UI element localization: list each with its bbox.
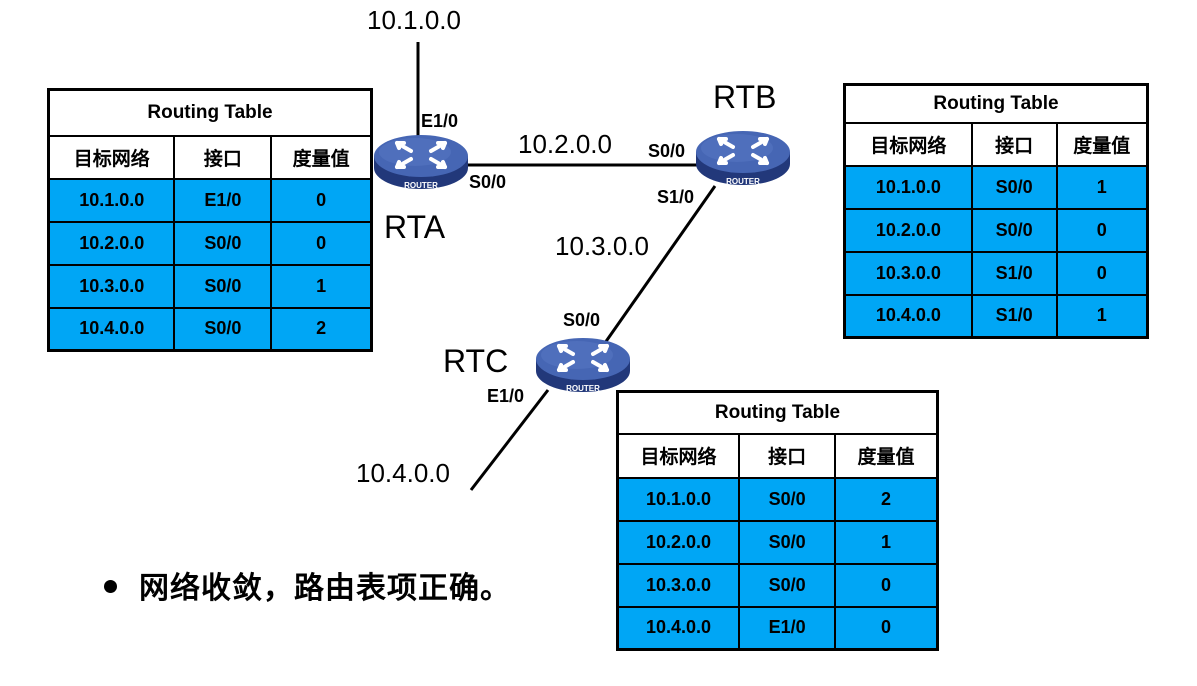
cell-interface: S0/0: [173, 263, 273, 309]
cell-metric: 0: [1055, 207, 1149, 253]
cell-destination: 10.3.0.0: [47, 263, 176, 309]
interface-label-rtb-s1-0: S1/0: [657, 187, 694, 207]
cell-metric: 1: [1055, 293, 1149, 339]
interface-label-rtb-s0-0: S0/0: [648, 141, 685, 161]
column-header-interface: 接口: [970, 121, 1058, 167]
column-header-metric: 度量值: [270, 134, 373, 180]
cell-interface: S0/0: [738, 476, 837, 522]
cell-destination: 10.4.0.0: [47, 306, 176, 352]
cell-interface: E1/0: [173, 177, 273, 223]
interface-label-rtc-s0-0: S0/0: [563, 310, 600, 330]
router-rta-icon-text: ROUTER: [404, 181, 438, 190]
interface-label-rta-s0-0: S0/0: [469, 172, 506, 192]
convergence-statement-text: 网络收敛，路由表项正确。: [139, 571, 511, 606]
network-label-10-3-0-0: 10.3.0.0: [555, 231, 649, 261]
router-name-rtb: RTB: [713, 79, 776, 115]
column-header-interface: 接口: [738, 432, 837, 479]
cell-interface: S0/0: [738, 562, 837, 608]
table-row: 10.1.0.0 S0/0 2: [616, 476, 939, 522]
table-row: 10.2.0.0 S0/0 0: [47, 220, 373, 266]
cell-metric: 1: [1055, 164, 1149, 210]
cell-interface: S0/0: [970, 207, 1058, 253]
cell-metric: 1: [834, 519, 939, 565]
cell-interface: S0/0: [173, 220, 273, 266]
cell-metric: 0: [834, 605, 939, 651]
router-name-rta: RTA: [384, 209, 446, 245]
network-label-10-2-0-0: 10.2.0.0: [518, 129, 612, 159]
routing-table-rtc: Routing Table 目标网络 接口 度量值 10.1.0.0 S0/0 …: [616, 390, 939, 651]
cell-metric: 0: [270, 220, 373, 266]
table-row: 10.1.0.0 E1/0 0: [47, 177, 373, 223]
cell-interface: S0/0: [738, 519, 837, 565]
table-row: 10.3.0.0 S1/0 0: [843, 250, 1149, 296]
cell-interface: E1/0: [738, 605, 837, 651]
column-header-destination: 目标网络: [616, 432, 741, 479]
cell-interface: S0/0: [173, 306, 273, 352]
routing-table-title: Routing Table: [843, 83, 1149, 124]
cell-destination: 10.2.0.0: [47, 220, 176, 266]
cell-destination: 10.3.0.0: [843, 250, 973, 296]
column-header-interface: 接口: [173, 134, 273, 180]
bullet-icon: [104, 580, 117, 593]
router-rtb-icon-text: ROUTER: [726, 177, 760, 186]
cell-destination: 10.4.0.0: [843, 293, 973, 339]
table-row: 10.4.0.0 E1/0 0: [616, 605, 939, 651]
cell-metric: 0: [1055, 250, 1149, 296]
column-header-destination: 目标网络: [47, 134, 176, 180]
router-name-rtc: RTC: [443, 343, 508, 379]
router-rtc-icon[interactable]: ROUTER: [534, 336, 632, 394]
cell-metric: 1: [270, 263, 373, 309]
table-row: 10.3.0.0 S0/0 0: [616, 562, 939, 608]
interface-label-rtc-e1-0: E1/0: [487, 386, 524, 406]
table-row: 10.4.0.0 S0/0 2: [47, 306, 373, 352]
cell-destination: 10.1.0.0: [47, 177, 176, 223]
cell-destination: 10.3.0.0: [616, 562, 741, 608]
cell-destination: 10.1.0.0: [843, 164, 973, 210]
column-header-metric: 度量值: [834, 432, 939, 479]
routing-table-rta: Routing Table 目标网络 接口 度量值 10.1.0.0 E1/0 …: [47, 88, 373, 352]
cell-destination: 10.2.0.0: [616, 519, 741, 565]
cell-interface: S1/0: [970, 250, 1058, 296]
cell-metric: 0: [834, 562, 939, 608]
network-label-10-4-0-0: 10.4.0.0: [356, 458, 450, 488]
network-label-10-1-0-0: 10.1.0.0: [367, 5, 461, 35]
column-header-destination: 目标网络: [843, 121, 973, 167]
router-rta-icon[interactable]: ROUTER: [372, 133, 470, 191]
table-row: 10.1.0.0 S0/0 1: [843, 164, 1149, 210]
cell-destination: 10.1.0.0: [616, 476, 741, 522]
cell-interface: S0/0: [970, 164, 1058, 210]
router-rtb-icon[interactable]: ROUTER: [694, 129, 792, 187]
cell-interface: S1/0: [970, 293, 1058, 339]
column-header-metric: 度量值: [1055, 121, 1149, 167]
table-row: 10.2.0.0 S0/0 1: [616, 519, 939, 565]
routing-table-title: Routing Table: [47, 88, 373, 137]
link-rtb-rtc: [598, 185, 717, 351]
interface-label-rta-e1-0: E1/0: [421, 111, 458, 131]
cell-metric: 2: [834, 476, 939, 522]
routing-table-rtb: Routing Table 目标网络 接口 度量值 10.1.0.0 S0/0 …: [843, 83, 1149, 339]
cell-destination: 10.2.0.0: [843, 207, 973, 253]
convergence-statement: 网络收敛，路由表项正确。: [104, 563, 511, 607]
cell-metric: 2: [270, 306, 373, 352]
routing-table-title: Routing Table: [616, 390, 939, 435]
table-row: 10.2.0.0 S0/0 0: [843, 207, 1149, 253]
router-rtc-icon-text: ROUTER: [566, 384, 600, 393]
table-row: 10.4.0.0 S1/0 1: [843, 293, 1149, 339]
table-row: 10.3.0.0 S0/0 1: [47, 263, 373, 309]
cell-metric: 0: [270, 177, 373, 223]
cell-destination: 10.4.0.0: [616, 605, 741, 651]
